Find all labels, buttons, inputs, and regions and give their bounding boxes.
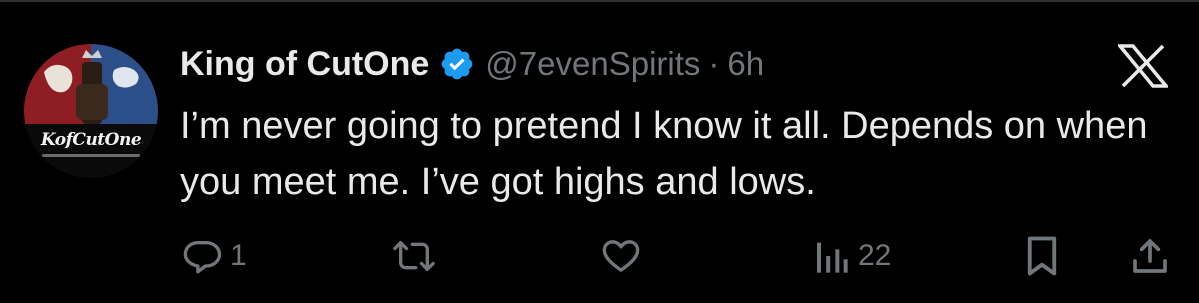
handle[interactable]: @7evenSpirits: [485, 45, 700, 83]
top-divider: [0, 0, 1199, 2]
avatar-text: KofCutOne: [40, 130, 142, 150]
views-button[interactable]: 22: [814, 234, 891, 278]
tweet-header: King of CutOne @7evenSpirits · 6h: [180, 42, 764, 86]
retweet-icon: [392, 236, 436, 276]
retweet-button[interactable]: [392, 234, 436, 278]
heart-icon: [600, 236, 642, 276]
reply-icon: [182, 236, 222, 276]
like-button[interactable]: [600, 234, 642, 278]
share-icon: [1130, 235, 1170, 277]
verified-badge-icon: [439, 46, 475, 82]
tweet-text: I’m never going to pretend I know it all…: [180, 105, 1148, 203]
avatar-image: [24, 44, 158, 178]
bookmark-button[interactable]: [1024, 234, 1060, 278]
reply-button[interactable]: 1: [182, 234, 247, 278]
action-bar: 1 22: [0, 234, 1199, 278]
reply-count: 1: [230, 239, 247, 272]
share-button[interactable]: [1130, 234, 1170, 278]
views-count: 22: [858, 239, 892, 272]
x-logo-icon: [1116, 44, 1170, 88]
avatar-tagline: [42, 154, 140, 157]
separator-dot: ·: [708, 45, 720, 82]
timestamp[interactable]: 6h: [727, 45, 764, 83]
views-icon: [814, 236, 850, 276]
avatar[interactable]: KofCutOne: [24, 44, 158, 178]
bookmark-icon: [1024, 235, 1060, 277]
display-name[interactable]: King of CutOne: [180, 45, 429, 84]
